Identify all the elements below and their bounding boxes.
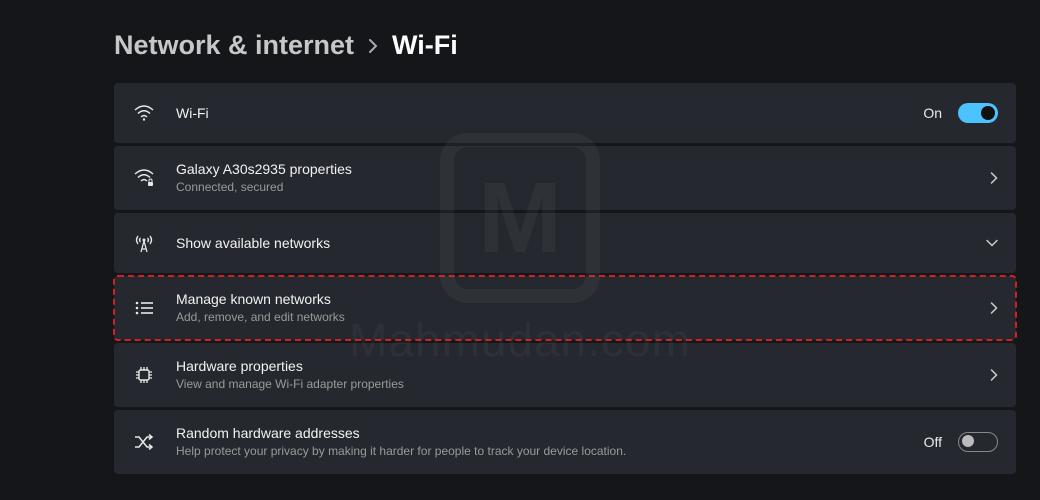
manage-known-title: Manage known networks xyxy=(176,290,990,308)
chevron-down-icon xyxy=(986,239,998,247)
random-mac-card[interactable]: Random hardware addresses Help protect y… xyxy=(114,410,1016,474)
breadcrumb: Network & internet Wi-Fi xyxy=(114,30,1016,61)
settings-content: Network & internet Wi-Fi Wi-Fi On xyxy=(0,0,1040,498)
connected-network-subtitle: Connected, secured xyxy=(176,179,990,196)
random-mac-subtitle: Help protect your privacy by making it h… xyxy=(176,443,924,460)
breadcrumb-current: Wi-Fi xyxy=(392,30,458,61)
wifi-icon xyxy=(130,105,158,121)
wifi-toggle-title: Wi-Fi xyxy=(176,104,923,122)
chevron-right-icon xyxy=(990,172,998,184)
settings-list: Wi-Fi On Galaxy A30s2935 properties xyxy=(114,83,1016,474)
shuffle-icon xyxy=(130,434,158,450)
antenna-icon xyxy=(130,233,158,253)
list-icon xyxy=(130,301,158,315)
random-mac-toggle[interactable] xyxy=(958,432,998,452)
manage-known-subtitle: Add, remove, and edit networks xyxy=(176,309,990,326)
wifi-toggle-card[interactable]: Wi-Fi On xyxy=(114,83,1016,143)
connected-network-card[interactable]: Galaxy A30s2935 properties Connected, se… xyxy=(114,146,1016,210)
hardware-subtitle: View and manage Wi-Fi adapter properties xyxy=(176,376,990,393)
chevron-right-icon xyxy=(990,369,998,381)
hardware-properties-card[interactable]: Hardware properties View and manage Wi-F… xyxy=(114,343,1016,407)
wifi-toggle-switch[interactable] xyxy=(958,103,998,123)
random-mac-title: Random hardware addresses xyxy=(176,424,924,442)
breadcrumb-parent[interactable]: Network & internet xyxy=(114,30,354,61)
wifi-toggle-status: On xyxy=(923,105,942,121)
available-networks-card[interactable]: Show available networks xyxy=(114,213,1016,273)
available-networks-title: Show available networks xyxy=(176,234,986,252)
chip-icon xyxy=(130,366,158,384)
manage-known-networks-card[interactable]: Manage known networks Add, remove, and e… xyxy=(114,276,1016,340)
hardware-title: Hardware properties xyxy=(176,357,990,375)
wifi-secured-icon xyxy=(130,169,158,187)
chevron-right-icon xyxy=(990,302,998,314)
connected-network-title: Galaxy A30s2935 properties xyxy=(176,160,990,178)
random-mac-status: Off xyxy=(924,434,942,450)
chevron-right-icon xyxy=(368,39,378,53)
